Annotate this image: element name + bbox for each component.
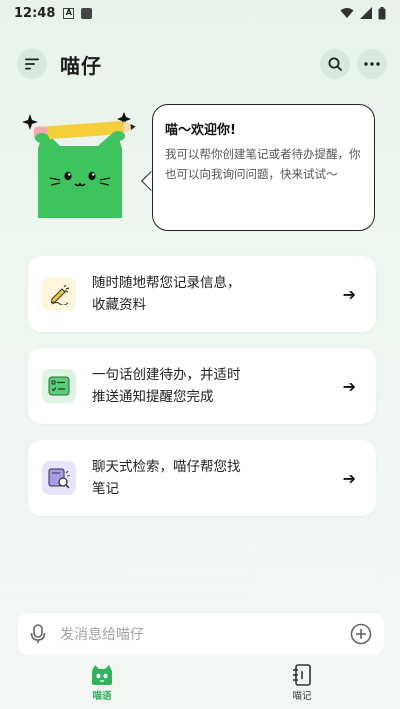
tab-miaoyu[interactable]: 喵语 [52,663,152,702]
menu-icon [25,58,39,70]
wifi-icon [340,8,354,18]
battery-icon [378,6,386,19]
feature-todo-line1: 一句话创建待办，并适时 [92,367,241,383]
bottom-tab-bar: 喵语 喵记 [0,663,400,709]
tab-miaoji-label: 喵记 [292,691,312,702]
feature-card-record[interactable]: 随时随地帮您记录信息， 收藏资料 ➔ [28,256,376,332]
search-note-icon [42,461,76,495]
more-icon [364,62,380,66]
note-pen-icon [42,277,76,311]
search-icon [328,57,342,71]
menu-button[interactable] [17,49,47,79]
message-composer: 发消息给喵仔 [18,613,384,655]
welcome-intro: 我可以帮你创建笔记或者待办提醒，你也可以向我询问问题，快来试试～ [165,147,361,181]
status-bar: 12:48 A [0,0,400,26]
feature-card-search[interactable]: 聊天式检索，喵仔帮您找 笔记 ➔ [28,440,376,516]
cat-mascot-illustration [22,112,136,218]
message-input[interactable]: 发消息给喵仔 [60,624,350,644]
microphone-icon[interactable] [30,624,46,644]
feature-search-line1: 聊天式检索，喵仔帮您找 [92,459,241,475]
arrow-right-icon: ➔ [342,468,356,488]
status-time: 12:48 [14,5,56,21]
square-notification-icon [81,7,93,19]
arrow-right-icon: ➔ [342,376,356,396]
feature-record-line1: 随时随地帮您记录信息， [92,275,241,291]
app-bar: 喵仔 [0,44,400,84]
signal-icon [360,7,372,19]
welcome-speech-bubble: 喵～欢迎你! 我可以帮你创建笔记或者待办提醒，你也可以向我询问问题，快来试试～ [152,104,375,231]
feature-todo-line2: 推送通知提醒您完成 [92,389,214,405]
welcome-hero: 喵～欢迎你! 我可以帮你创建笔记或者待办提醒，你也可以向我询问问题，快来试试～ [20,104,380,234]
search-button[interactable] [320,49,350,79]
a-notification-icon: A [63,7,75,19]
cat-chat-icon [92,665,112,685]
todo-list-icon [42,369,76,403]
feature-card-todo[interactable]: 一句话创建待办，并适时 推送通知提醒您完成 ➔ [28,348,376,424]
plus-circle-icon[interactable] [350,623,372,645]
page-title: 喵仔 [60,54,102,78]
arrow-right-icon: ➔ [342,284,356,304]
tab-miaoji[interactable]: 喵记 [252,663,352,702]
tab-miaoyu-label: 喵语 [92,691,112,702]
feature-search-line2: 笔记 [92,481,119,497]
more-button[interactable] [357,49,387,79]
notebook-icon [293,664,311,686]
welcome-greeting: 喵～欢迎你! [165,123,236,138]
feature-record-line2: 收藏资料 [92,297,146,313]
